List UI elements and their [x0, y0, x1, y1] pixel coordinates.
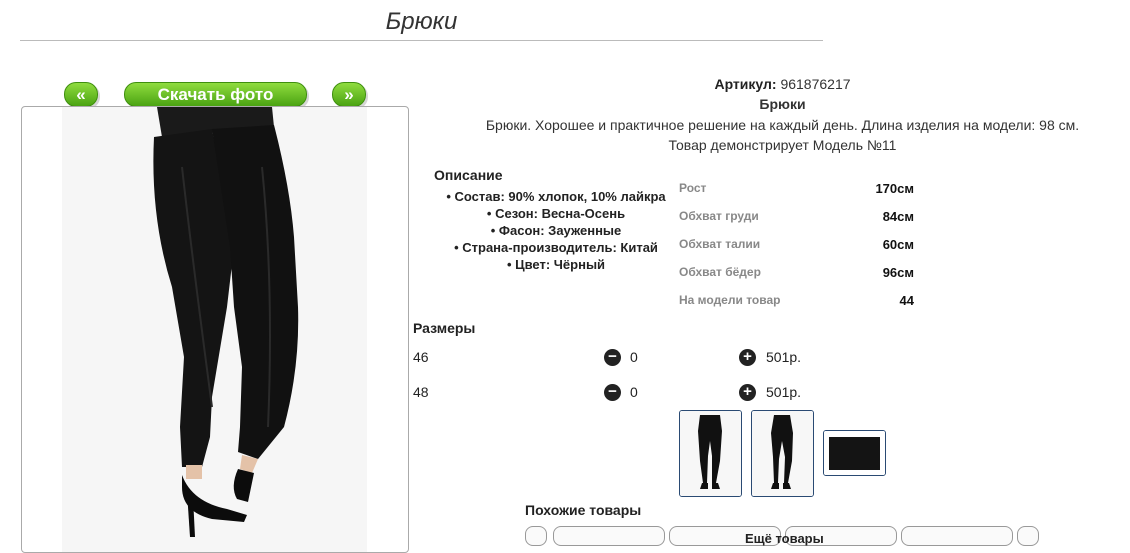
thumbnail-front[interactable] [679, 410, 742, 497]
measurement-value: 170см [875, 181, 914, 196]
next-photo-button[interactable]: » [332, 82, 366, 107]
size-row: 48 − 0 + 501р. [413, 384, 833, 404]
measurement-value: 84см [882, 209, 914, 224]
measurement-waist: Обхват талии 60см [679, 237, 914, 252]
description-item-season: Сезон: Весна-Осень [432, 205, 680, 222]
article-label: Артикул: [714, 76, 777, 92]
model-note: Товар демонстрирует Модель №11 [668, 137, 897, 153]
thumbnail-fabric[interactable] [823, 430, 886, 476]
carousel-prev-button[interactable] [525, 526, 547, 546]
plus-circle-icon[interactable]: + [739, 384, 756, 401]
measurement-value: 44 [899, 293, 914, 308]
size-quantity: 0 [630, 384, 638, 400]
measurement-label: Рост [679, 181, 707, 195]
size-label: 48 [413, 384, 429, 400]
measurement-value: 60см [882, 237, 914, 252]
measurement-chest: Обхват груди 84см [679, 209, 914, 224]
measurement-label: Обхват талии [679, 237, 761, 251]
description-item-country: Страна-производитель: Китай [432, 239, 680, 256]
description-title: Описание [434, 167, 503, 183]
description-item-composition: Состав: 90% хлопок, 10% лайкра [432, 188, 680, 205]
carousel-next-button[interactable] [1017, 526, 1039, 546]
similar-products-title: Похожие товары [525, 502, 642, 518]
measurement-height: Рост 170см [679, 181, 914, 196]
title-divider [20, 40, 823, 41]
thumbnail-image [752, 411, 813, 496]
description-item-color: Цвет: Чёрный [432, 256, 680, 273]
page-title: Брюки [385, 8, 458, 35]
measurement-hips: Обхват бёдер 96см [679, 265, 914, 280]
thumbnail-image [680, 411, 741, 496]
pants-photo-illustration [153, 107, 299, 537]
article-line: Артикул: 961876217 [430, 76, 1130, 92]
measurement-model-size: На модели товар 44 [679, 293, 914, 308]
main-photo-frame [21, 106, 409, 553]
size-row: 46 − 0 + 501р. [413, 349, 833, 369]
size-label: 46 [413, 349, 429, 365]
description-list: Состав: 90% хлопок, 10% лайкра Сезон: Ве… [432, 188, 680, 273]
minus-circle-icon[interactable]: − [604, 349, 621, 366]
plus-circle-icon[interactable]: + [739, 349, 756, 366]
download-photo-button[interactable]: Скачать фото [124, 82, 307, 107]
similar-product-card[interactable] [553, 526, 665, 546]
measurement-label: На модели товар [679, 293, 781, 307]
similar-product-card[interactable] [901, 526, 1013, 546]
article-value: 961876217 [780, 76, 851, 92]
size-price: 501р. [766, 384, 802, 400]
product-name: Брюки [759, 96, 806, 112]
measurement-value: 96см [882, 265, 914, 280]
size-price: 501р. [766, 349, 802, 365]
sizes-title: Размеры [413, 320, 476, 336]
prev-photo-button[interactable]: « [64, 82, 98, 107]
size-quantity: 0 [630, 349, 638, 365]
thumbnail-image [824, 431, 885, 475]
measurement-label: Обхват бёдер [679, 265, 761, 279]
product-description: Брюки. Хорошее и практичное решение на к… [485, 117, 1080, 133]
measurement-label: Обхват груди [679, 209, 759, 223]
minus-circle-icon[interactable]: − [604, 384, 621, 401]
main-photo[interactable] [62, 107, 367, 552]
description-item-style: Фасон: Зауженные [432, 222, 680, 239]
thumbnail-side[interactable] [751, 410, 814, 497]
